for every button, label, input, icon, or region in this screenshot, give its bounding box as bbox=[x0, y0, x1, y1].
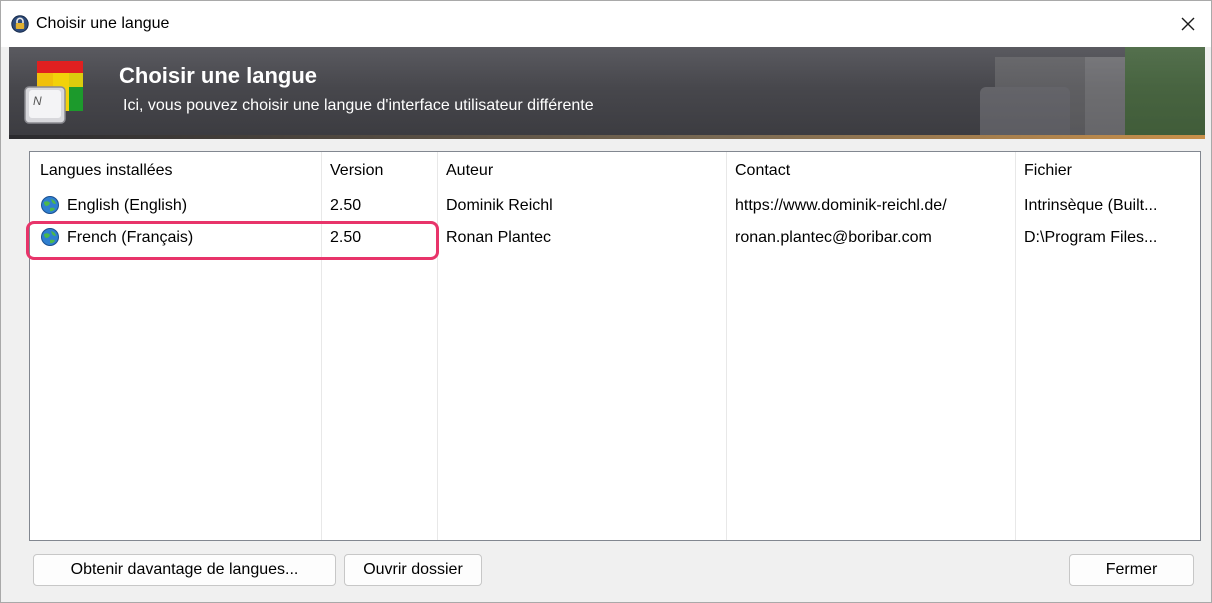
language-version: 2.50 bbox=[330, 197, 362, 214]
window-close-button[interactable] bbox=[1165, 1, 1211, 47]
keepass-lock-icon bbox=[11, 15, 29, 33]
language-name: English (English) bbox=[67, 197, 188, 214]
language-contact: ronan.plantec@boribar.com bbox=[735, 229, 932, 246]
language-flag-keyboard-icon: N bbox=[24, 61, 83, 124]
column-header-contact[interactable]: Contact bbox=[735, 162, 790, 180]
globe-icon bbox=[41, 196, 59, 214]
language-file: Intrinsèque (Built... bbox=[1024, 197, 1158, 214]
banner-accent-stripe bbox=[9, 135, 1205, 139]
banner-watermark-icon bbox=[980, 47, 1205, 139]
language-author: Dominik Reichl bbox=[446, 197, 553, 214]
column-header-version[interactable]: Version bbox=[330, 162, 383, 180]
language-author: Ronan Plantec bbox=[446, 229, 551, 246]
svg-text:N: N bbox=[33, 94, 42, 108]
get-more-languages-button[interactable]: Obtenir davantage de langues... bbox=[33, 554, 336, 586]
column-header-author[interactable]: Auteur bbox=[446, 162, 493, 180]
list-item[interactable]: English (English) 2.50 Dominik Reichl ht… bbox=[30, 190, 1200, 222]
window-title: Choisir une langue bbox=[36, 15, 170, 32]
highlight-annotation bbox=[26, 221, 439, 260]
close-icon bbox=[1181, 17, 1195, 31]
language-file: D:\Program Files... bbox=[1024, 229, 1158, 246]
banner-subtitle: Ici, vous pouvez choisir une langue d'in… bbox=[123, 97, 594, 114]
list-header: Langues installées Version Auteur Contac… bbox=[30, 152, 1200, 186]
header-banner: N Choisir une langue Ici, vous pouvez ch… bbox=[9, 47, 1205, 139]
close-button[interactable]: Fermer bbox=[1069, 554, 1194, 586]
banner-title: Choisir une langue bbox=[119, 63, 318, 88]
column-header-language[interactable]: Langues installées bbox=[40, 162, 173, 180]
languages-list[interactable]: Langues installées Version Auteur Contac… bbox=[29, 151, 1201, 541]
language-contact: https://www.dominik-reichl.de/ bbox=[735, 197, 947, 214]
open-folder-button[interactable]: Ouvrir dossier bbox=[344, 554, 482, 586]
title-bar: Choisir une langue bbox=[1, 1, 1211, 47]
language-dialog: Choisir une langue N Choisir une langue … bbox=[0, 0, 1212, 603]
column-header-file[interactable]: Fichier bbox=[1024, 162, 1072, 180]
